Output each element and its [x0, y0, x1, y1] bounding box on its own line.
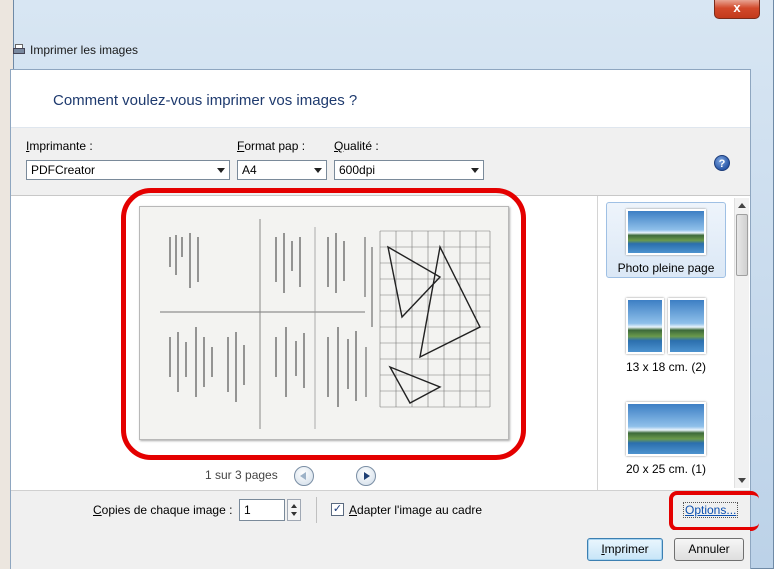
- next-page-button[interactable]: [356, 466, 376, 486]
- stepper-up-icon[interactable]: [291, 504, 297, 508]
- layout-item-13x18[interactable]: 13 x 18 cm. (2): [606, 298, 726, 378]
- window-title: Imprimer les images: [30, 43, 139, 57]
- copies-options-bar: Copies de chaque image : 1 ✓ Adapter l'i…: [11, 490, 759, 531]
- layout-list: Photo pleine page 13 x 18 cm. (2) 20 x 2…: [597, 196, 750, 490]
- dialog-heading: Comment voulez-vous imprimer vos images …: [53, 92, 358, 109]
- title-bar: Imprimer les images: [13, 40, 138, 60]
- dialog-footer: Imprimer Annuler: [11, 530, 750, 569]
- printer-label: Imprimante :: [26, 139, 93, 153]
- options-highlight-annotation: [669, 491, 759, 531]
- layout-label: 13 x 18 cm. (2): [625, 360, 707, 374]
- page-indicator: 1 sur 3 pages: [205, 468, 278, 482]
- layout-scrollbar[interactable]: [734, 198, 749, 488]
- chevron-down-icon: [314, 168, 322, 173]
- paper-format-label: Format pap :: [237, 139, 306, 153]
- cancel-button[interactable]: Annuler: [674, 538, 744, 561]
- printer-icon: [13, 44, 25, 56]
- layout-label: 20 x 25 cm. (1): [625, 462, 707, 476]
- arrow-right-icon: [364, 472, 370, 480]
- scroll-down-icon[interactable]: [738, 478, 746, 483]
- help-icon[interactable]: ?: [714, 155, 730, 171]
- copies-stepper[interactable]: [287, 499, 301, 521]
- stepper-down-icon[interactable]: [291, 512, 297, 516]
- copies-input[interactable]: 1: [239, 499, 285, 521]
- printer-select[interactable]: PDFCreator: [26, 160, 230, 180]
- fit-to-frame-checkbox[interactable]: ✓: [331, 503, 344, 516]
- chevron-down-icon: [471, 168, 479, 173]
- landscape-thumbnail: [626, 209, 706, 255]
- scroll-up-icon[interactable]: [738, 203, 746, 208]
- chevron-down-icon: [217, 168, 225, 173]
- arrow-left-icon: [300, 472, 306, 480]
- paper-format-select[interactable]: A4: [237, 160, 327, 180]
- quality-select[interactable]: 600dpi: [334, 160, 484, 180]
- landscape-thumbnail: [626, 402, 706, 456]
- layout-label: Photo pleine page: [617, 261, 715, 275]
- dialog-client: Comment voulez-vous imprimer vos images …: [10, 69, 759, 569]
- print-settings-bar: Imprimante : PDFCreator Format pap : A4 …: [11, 128, 750, 196]
- scrollbar-thumb[interactable]: [736, 214, 748, 276]
- fit-to-frame-label[interactable]: Adapter l'image au cadre: [349, 503, 482, 517]
- previous-page-button[interactable]: [294, 466, 314, 486]
- print-button[interactable]: Imprimer: [587, 538, 663, 561]
- close-button[interactable]: x: [714, 0, 760, 19]
- divider: [316, 497, 317, 523]
- layout-item-20x25[interactable]: 20 x 25 cm. (1): [606, 402, 726, 482]
- dialog-header: Comment voulez-vous imprimer vos images …: [11, 70, 750, 128]
- quality-label: Qualité :: [334, 139, 379, 153]
- two-photo-thumbnail: [625, 298, 707, 354]
- print-preview-area: 1 sur 3 pages: [11, 188, 597, 490]
- preview-highlight-annotation: [121, 188, 526, 460]
- layout-item-full-page[interactable]: Photo pleine page: [606, 202, 726, 278]
- copies-label: Copies de chaque image :: [93, 503, 233, 517]
